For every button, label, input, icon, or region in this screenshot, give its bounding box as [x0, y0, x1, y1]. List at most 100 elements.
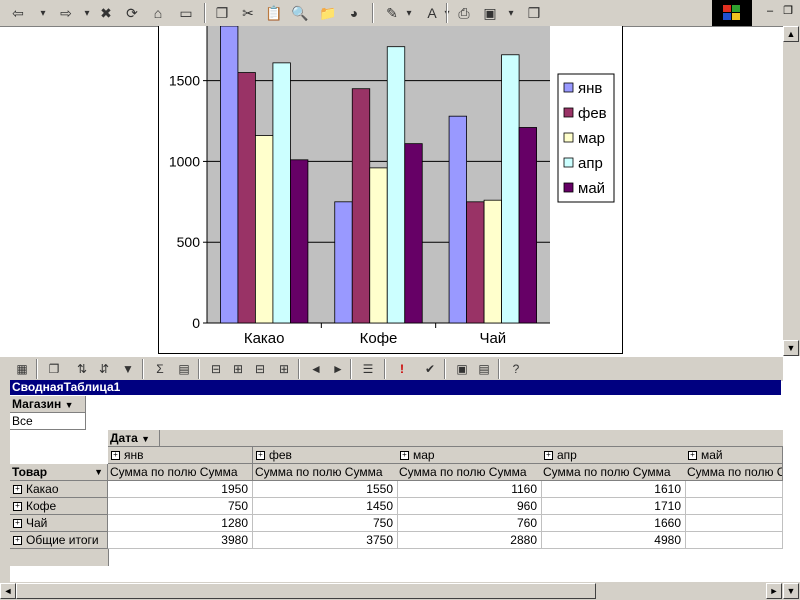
web-icon[interactable]: ◕	[344, 3, 364, 23]
data-cell[interactable]: 750	[253, 515, 398, 532]
data-cell[interactable]	[685, 498, 783, 515]
exclamation-icon[interactable]: !	[392, 359, 412, 379]
data-cell[interactable]: 960	[397, 498, 542, 515]
filter-value[interactable]: Все	[10, 413, 86, 430]
sort-desc-icon[interactable]: ⇵	[94, 359, 114, 379]
window-icon[interactable]: ❒	[524, 3, 544, 23]
expand-icon[interactable]: +	[400, 451, 409, 461]
stop-icon[interactable]: ✖	[96, 3, 116, 23]
expand-icon[interactable]: +	[688, 451, 697, 461]
expand-icon[interactable]: +	[256, 451, 265, 461]
expand-icon[interactable]: +	[544, 451, 553, 461]
measure-header: Сумма по полю Сумма	[108, 464, 253, 481]
sort-asc-icon[interactable]: ⇅	[72, 359, 92, 379]
row-header[interactable]: + Общие итоги	[10, 532, 108, 549]
minimize-button[interactable]: –	[762, 4, 778, 18]
column-header-апр[interactable]: + апр	[541, 447, 686, 464]
column-header-май[interactable]: + май	[685, 447, 783, 464]
home-icon[interactable]: ⌂	[148, 3, 168, 23]
cut-icon[interactable]: ✂	[238, 3, 258, 23]
row-header[interactable]: + Какао	[10, 481, 108, 498]
properties-icon[interactable]: ▣	[452, 359, 472, 379]
list-icon[interactable]: ▤	[474, 359, 494, 379]
filter-field-button[interactable]: Магазин ▼	[10, 396, 86, 413]
horizontal-scrollbar[interactable]: ◄ ►	[0, 582, 783, 600]
restore-button[interactable]: ❐	[780, 4, 796, 18]
data-cell[interactable]: 1160	[397, 481, 542, 498]
move-right-icon[interactable]: ►	[328, 359, 348, 379]
scroll-thumb[interactable]	[16, 583, 596, 599]
edit-icon[interactable]: ✎	[382, 3, 402, 23]
data-cell[interactable]: 4980	[541, 532, 686, 549]
data-cell[interactable]: 3750	[253, 532, 398, 549]
expand-icon[interactable]: +	[111, 451, 120, 461]
column-header-янв[interactable]: + янв	[108, 447, 253, 464]
data-cell[interactable]: 1950	[108, 481, 253, 498]
row-header[interactable]: + Кофе	[10, 498, 108, 515]
row-field-button[interactable]: Товар ▼	[10, 464, 108, 481]
toolbar-separator	[350, 359, 352, 379]
data-cell[interactable]: 1660	[541, 515, 686, 532]
data-cell[interactable]	[685, 515, 783, 532]
legend-label: май	[578, 180, 605, 197]
export-icon[interactable]: ✔	[420, 359, 440, 379]
forward-dropdown-icon[interactable]: ▾	[82, 3, 92, 23]
scroll-left-button[interactable]: ◄	[0, 583, 16, 599]
help-icon[interactable]: ?	[506, 359, 526, 379]
data-cell[interactable]: 750	[108, 498, 253, 515]
scroll-down-button[interactable]: ▼	[783, 340, 799, 356]
data-cell[interactable]: 1280	[108, 515, 253, 532]
column-header-фев[interactable]: + фев	[253, 447, 398, 464]
back-dropdown-icon[interactable]: ▾	[38, 3, 48, 23]
back-icon[interactable]: ⇦	[8, 3, 28, 23]
field-list-icon[interactable]: ☰	[358, 359, 378, 379]
data-cell[interactable]: 1450	[253, 498, 398, 515]
column-field-button[interactable]: Дата ▼	[108, 430, 160, 447]
windows-logo-icon	[712, 0, 752, 26]
data-cell[interactable]: 1610	[541, 481, 686, 498]
column-header-label: янв	[124, 448, 144, 462]
copy-icon[interactable]: ❐	[212, 3, 232, 23]
data-cell[interactable]: 3980	[108, 532, 253, 549]
autosum-icon[interactable]: Σ	[150, 359, 170, 379]
collapse-icon[interactable]: ⊟	[206, 359, 226, 379]
paste-icon[interactable]: 📋	[264, 3, 284, 23]
autofilter-icon[interactable]: ▼	[118, 359, 138, 379]
forward-icon[interactable]: ⇨	[56, 3, 76, 23]
view-icon[interactable]: ▣	[480, 3, 500, 23]
dropdown-arrow-icon: ▼	[64, 400, 74, 410]
find-icon[interactable]: 🔍	[290, 3, 310, 23]
data-cell[interactable]	[685, 532, 783, 549]
view-dropdown-icon[interactable]: ▾	[506, 3, 516, 23]
expand-icon[interactable]: +	[13, 485, 22, 495]
office-icon[interactable]: ▦	[12, 359, 32, 379]
data-cell[interactable]: 1550	[253, 481, 398, 498]
refresh-icon[interactable]: ⟳	[122, 3, 142, 23]
scroll-down-button[interactable]: ▼	[783, 583, 799, 599]
pivot-title: СводнаяТаблица1	[10, 380, 781, 395]
data-cell[interactable]	[685, 481, 783, 498]
expand-icon[interactable]: +	[13, 519, 22, 529]
copy-icon[interactable]: ❐	[44, 359, 64, 379]
data-cell[interactable]: 2880	[397, 532, 542, 549]
expand-icon[interactable]: ⊞	[228, 359, 248, 379]
vertical-scrollbar[interactable]: ▲ ▼	[783, 26, 800, 356]
font-icon[interactable]: A	[422, 3, 442, 23]
scroll-up-button[interactable]: ▲	[783, 26, 799, 42]
hide-details-icon[interactable]: ⊟	[250, 359, 270, 379]
row-header[interactable]: + Чай	[10, 515, 108, 532]
calc-icon[interactable]: ▤	[174, 359, 194, 379]
data-cell[interactable]: 1710	[541, 498, 686, 515]
y-tick-label: 500	[177, 234, 201, 250]
fullscreen-icon[interactable]: ▭	[176, 3, 196, 23]
column-header-мар[interactable]: + мар	[397, 447, 542, 464]
edit-dropdown-icon[interactable]: ▾	[404, 3, 414, 23]
move-left-icon[interactable]: ◄	[306, 359, 326, 379]
print-icon[interactable]: ⎙	[454, 3, 474, 23]
open-folder-icon[interactable]: 📁	[318, 3, 338, 23]
data-cell[interactable]: 760	[397, 515, 542, 532]
expand-icon[interactable]: +	[13, 502, 22, 512]
expand-icon[interactable]: +	[13, 536, 22, 546]
scroll-right-button[interactable]: ►	[766, 583, 782, 599]
show-details-icon[interactable]: ⊞	[274, 359, 294, 379]
